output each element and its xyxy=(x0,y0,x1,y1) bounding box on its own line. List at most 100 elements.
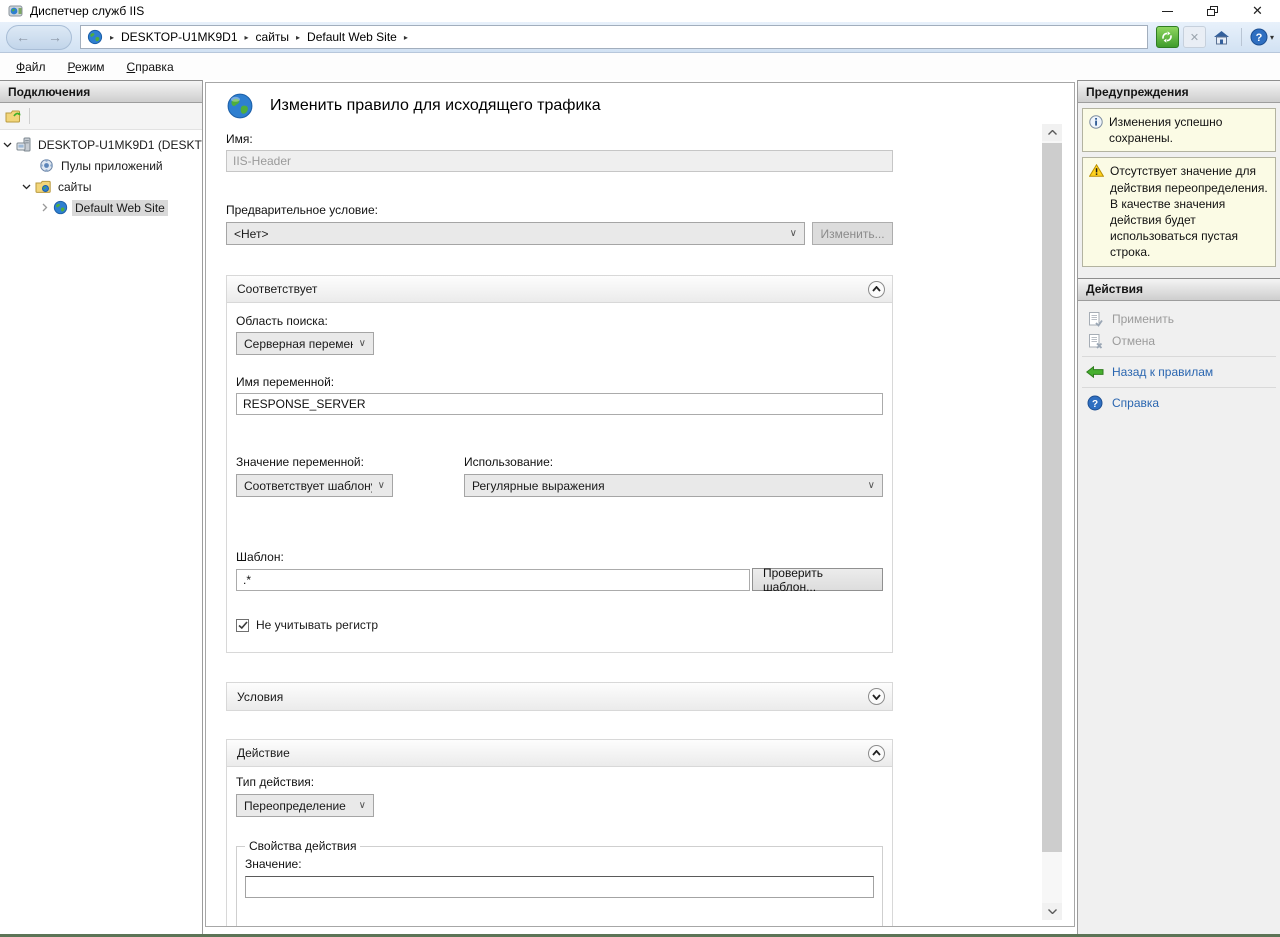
back-button[interactable]: ← xyxy=(16,30,30,44)
site-globe-icon xyxy=(53,200,68,215)
window-title: Диспетчер служб IIS xyxy=(30,4,144,18)
breadcrumb-item-default-web-site[interactable]: Default Web Site xyxy=(307,30,397,44)
menu-mode[interactable]: Режим xyxy=(58,57,115,77)
back-to-rules-action[interactable]: Назад к правилам xyxy=(1078,361,1280,383)
variable-value-select[interactable]: Соответствует шаблону ∨ xyxy=(236,474,393,497)
chevron-up-circle-icon[interactable] xyxy=(868,281,885,298)
connections-header: Подключения xyxy=(0,80,202,103)
breadcrumb-item-sites[interactable]: сайты xyxy=(256,30,290,44)
change-precondition-button: Изменить... xyxy=(812,222,893,245)
test-pattern-button[interactable]: Проверить шаблон... xyxy=(752,568,883,591)
conditions-section-header[interactable]: Условия xyxy=(227,683,892,710)
tree-item-server[interactable]: DESKTOP-U1MK9D1 (DESKTO xyxy=(0,134,202,155)
right-panel: Предупреждения Изменения успешно сохране… xyxy=(1078,80,1280,934)
chevron-down-circle-icon[interactable] xyxy=(868,688,885,705)
vertical-scrollbar[interactable] xyxy=(1042,124,1062,920)
checkbox-checked-icon[interactable] xyxy=(245,926,258,927)
connections-panel: Подключения DESKTOP-U1MK9D1 (DESKTO Пулы… xyxy=(0,80,203,934)
match-section-title: Соответствует xyxy=(237,282,317,296)
conditions-section: Условия xyxy=(226,682,893,711)
scope-select[interactable]: Серверная переменн ∨ xyxy=(236,332,374,355)
info-icon xyxy=(1089,115,1103,146)
scope-label: Область поиска: xyxy=(236,314,883,328)
variable-value-label: Значение переменной: xyxy=(236,455,464,469)
breadcrumb-item-server[interactable]: DESKTOP-U1MK9D1 xyxy=(121,30,237,44)
minimize-button[interactable] xyxy=(1145,0,1190,22)
breadcrumb[interactable]: ▸ DESKTOP-U1MK9D1 ▸ сайты ▸ Default Web … xyxy=(80,25,1148,49)
chevron-down-icon: ▾ xyxy=(1270,33,1274,42)
precondition-select[interactable]: <Нет> ∨ xyxy=(226,222,805,245)
breadcrumb-arrow-icon: ▸ xyxy=(110,33,114,42)
scroll-up-button[interactable] xyxy=(1042,124,1062,141)
menu-help[interactable]: Справка xyxy=(117,57,184,77)
replace-existing-label: Заменить действующее значение серверной … xyxy=(265,925,587,926)
apply-icon xyxy=(1086,311,1104,327)
nav-buttons: ← → xyxy=(6,25,72,50)
scrollbar-thumb[interactable] xyxy=(1042,143,1062,852)
ignore-case-checkbox-row[interactable]: Не учитывать регистр xyxy=(236,618,883,632)
save-connection-icon[interactable] xyxy=(5,109,22,124)
menu-file[interactable]: Файл xyxy=(6,57,56,77)
restore-icon xyxy=(1207,6,1218,16)
cancel-icon xyxy=(1086,333,1104,349)
chevron-up-circle-icon[interactable] xyxy=(868,745,885,762)
scope-value: Серверная переменн xyxy=(244,337,353,351)
chevron-expanded-icon[interactable] xyxy=(21,182,31,191)
chevron-collapsed-icon[interactable] xyxy=(39,203,49,212)
tree-item-label: сайты xyxy=(55,179,95,195)
name-input xyxy=(226,150,893,172)
action-section-title: Действие xyxy=(237,746,290,760)
address-bar: ← → ▸ DESKTOP-U1MK9D1 ▸ сайты ▸ Default … xyxy=(0,22,1280,53)
cancel-label: Отмена xyxy=(1112,334,1155,348)
name-label: Имя: xyxy=(226,132,893,146)
actions-separator xyxy=(1082,387,1276,388)
scroll-down-icon xyxy=(1048,909,1057,914)
action-type-value: Переопределение xyxy=(244,799,346,813)
restore-button[interactable] xyxy=(1190,0,1235,22)
action-value-label: Значение: xyxy=(245,857,874,871)
warning-icon xyxy=(1089,164,1104,260)
pattern-input[interactable] xyxy=(236,569,750,591)
action-section-header[interactable]: Действие xyxy=(227,740,892,767)
tree-item-default-web-site[interactable]: Default Web Site xyxy=(0,197,202,218)
match-section-header[interactable]: Соответствует xyxy=(227,276,892,303)
action-value-input[interactable] xyxy=(245,876,874,898)
close-button[interactable]: ✕ xyxy=(1235,0,1280,22)
refresh-icon xyxy=(1160,30,1174,44)
chevron-down-icon: ∨ xyxy=(790,228,797,239)
actions-header: Действия xyxy=(1078,278,1280,301)
chevron-down-icon: ∨ xyxy=(378,480,385,491)
stop-button[interactable]: ✕ xyxy=(1183,26,1206,48)
address-bar-buttons: ✕ ? ▾ xyxy=(1156,26,1274,48)
forward-button[interactable]: → xyxy=(48,30,62,44)
help-label[interactable]: Справка xyxy=(1112,396,1159,410)
checkbox-checked-icon[interactable] xyxy=(236,619,249,632)
content-panel: Изменить правило для исходящего трафика … xyxy=(203,80,1078,934)
iis-app-icon xyxy=(8,4,24,18)
using-select[interactable]: Регулярные выражения ∨ xyxy=(464,474,883,497)
connections-tree: DESKTOP-U1MK9D1 (DESKTO Пулы приложений … xyxy=(0,130,202,934)
help-circle-icon: ? xyxy=(1086,395,1104,411)
replace-existing-checkbox-row[interactable]: Заменить действующее значение серверной … xyxy=(245,925,874,926)
apply-action: Применить xyxy=(1078,308,1280,330)
help-button[interactable]: ? ▾ xyxy=(1250,28,1274,46)
chevron-expanded-icon[interactable] xyxy=(3,140,12,149)
variable-name-input[interactable] xyxy=(236,393,883,415)
tree-item-app-pools[interactable]: Пулы приложений xyxy=(0,155,202,176)
tree-item-sites[interactable]: сайты xyxy=(0,176,202,197)
help-action[interactable]: ? Справка xyxy=(1078,392,1280,414)
action-type-select[interactable]: Переопределение ∨ xyxy=(236,794,374,817)
back-to-rules-label[interactable]: Назад к правилам xyxy=(1112,365,1213,379)
pattern-label: Шаблон: xyxy=(236,550,883,564)
variable-value-value: Соответствует шаблону xyxy=(244,479,372,493)
chevron-down-icon: ∨ xyxy=(359,800,366,811)
scroll-down-button[interactable] xyxy=(1042,903,1062,920)
breadcrumb-arrow-icon: ▸ xyxy=(296,33,300,42)
scrollbar-track[interactable] xyxy=(1042,141,1062,903)
svg-text:?: ? xyxy=(1092,399,1098,410)
conditions-section-title: Условия xyxy=(237,690,283,704)
home-button[interactable] xyxy=(1210,26,1233,48)
chevron-down-icon: ∨ xyxy=(868,480,875,491)
refresh-button[interactable] xyxy=(1156,26,1179,48)
info-alert: Изменения успешно сохранены. xyxy=(1082,108,1276,152)
